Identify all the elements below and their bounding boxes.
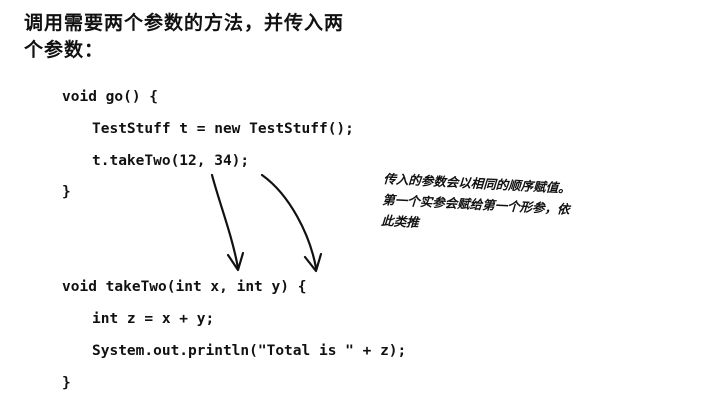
code-taketwo-line-1: int z = x + y; <box>92 311 215 327</box>
arrow-12-to-x <box>210 173 240 270</box>
explanation-heading: 调用需要两个参数的方法，并传入两 个参数： <box>24 10 444 64</box>
code-go-line-1: TestStuff t = new TestStuff(); <box>92 121 354 137</box>
code-go-close: } <box>62 184 71 200</box>
code-go-signature: void go() { <box>62 89 159 105</box>
code-taketwo-signature: void takeTwo(int x, int y) { <box>62 279 307 295</box>
arrow-12-to-x-head <box>226 251 245 272</box>
code-taketwo-close: } <box>62 375 71 391</box>
arrow-34-to-y <box>260 173 318 270</box>
handwritten-annotation: 传入的参数会以相同的顺序赋值。 第一个实参会赋给第一个形参，依 此类推 <box>381 168 684 247</box>
heading-line-2: 个参数： <box>24 39 105 61</box>
code-taketwo-line-2: System.out.println("Total is " + z); <box>92 343 407 359</box>
heading-line-1: 调用需要两个参数的方法，并传入两 <box>24 12 345 34</box>
code-go-line-2: t.takeTwo(12, 34); <box>92 153 250 169</box>
arrow-34-to-y-head <box>303 252 323 273</box>
